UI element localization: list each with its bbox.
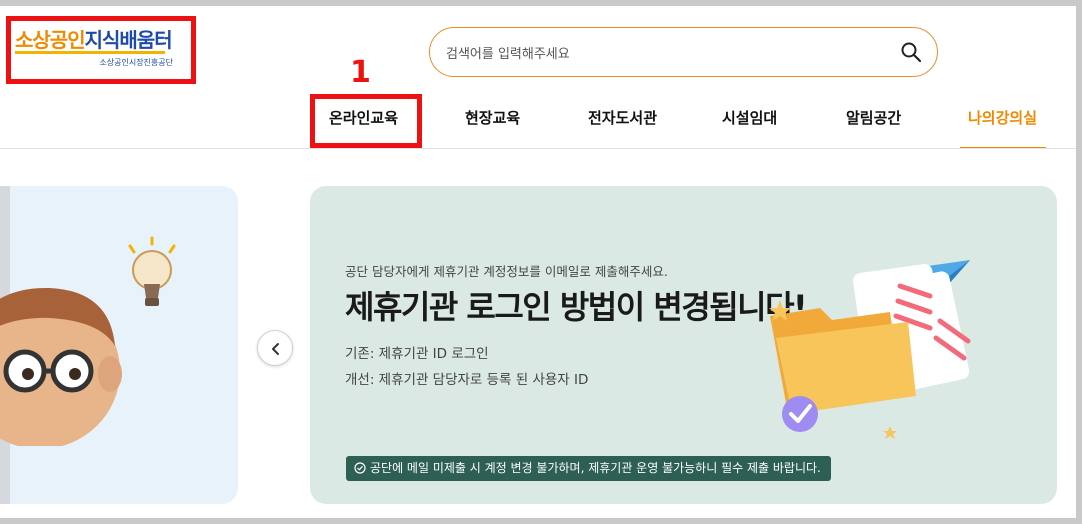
notice-text: 공단에 메일 미제출 시 계정 변경 불가하며, 제휴기관 운영 불가능하니 필… [370, 461, 821, 475]
folder-illustration [769, 260, 971, 439]
page: 소상공인지식배움터 소상공인시장진흥공단 검색어를 입력해주세요 1 온라인교육… [0, 6, 1076, 518]
nav-item-online-education[interactable]: 온라인교육 [329, 107, 398, 128]
logo-subtitle: 소상공인시장진흥공단 [99, 58, 173, 67]
logo-underline [15, 51, 165, 54]
nav-item-my-classroom[interactable]: 나의강의실 [968, 107, 1037, 128]
previous-slide-button[interactable] [257, 330, 293, 366]
search-input[interactable]: 검색어를 입력해주세요 [446, 43, 570, 62]
main-banner[interactable]: 공단 담당자에게 제휴기관 계정정보를 이메일로 제출해주세요. 제휴기관 로그… [310, 186, 1057, 504]
lightbulb-illustration [128, 236, 176, 306]
header-divider [0, 148, 1076, 149]
annotation-number: 1 [350, 55, 371, 90]
chevron-left-icon [272, 343, 279, 355]
banner-line-after: 개선: 제휴기관 담당자로 등록 된 사용자 ID [345, 372, 589, 388]
previous-slide-card[interactable] [0, 186, 238, 504]
nav-item-facility-rental[interactable]: 시설임대 [722, 107, 777, 128]
banner-subtitle: 공단 담당자에게 제휴기관 계정정보를 이메일로 제출해주세요. [345, 264, 668, 279]
notice-badge: 공단에 메일 미제출 시 계정 변경 불가하며, 제휴기관 운영 불가능하니 필… [346, 456, 831, 481]
nav-item-notice[interactable]: 알림공간 [846, 107, 901, 128]
logo-title: 소상공인지식배움터 [15, 28, 173, 52]
search-bar[interactable]: 검색어를 입력해주세요 [429, 27, 938, 77]
nav-item-field-education[interactable]: 현장교육 [465, 107, 520, 128]
search-icon[interactable] [899, 40, 923, 64]
banner-line-before: 기존: 제휴기관 ID 로그인 [345, 346, 489, 362]
logo[interactable]: 소상공인지식배움터 소상공인시장진흥공단 [6, 16, 196, 84]
check-circle-icon [354, 462, 366, 474]
banner-title: 제휴기관 로그인 방법이 변경됩니다! [345, 288, 808, 326]
nav-item-e-library[interactable]: 전자도서관 [588, 107, 657, 128]
